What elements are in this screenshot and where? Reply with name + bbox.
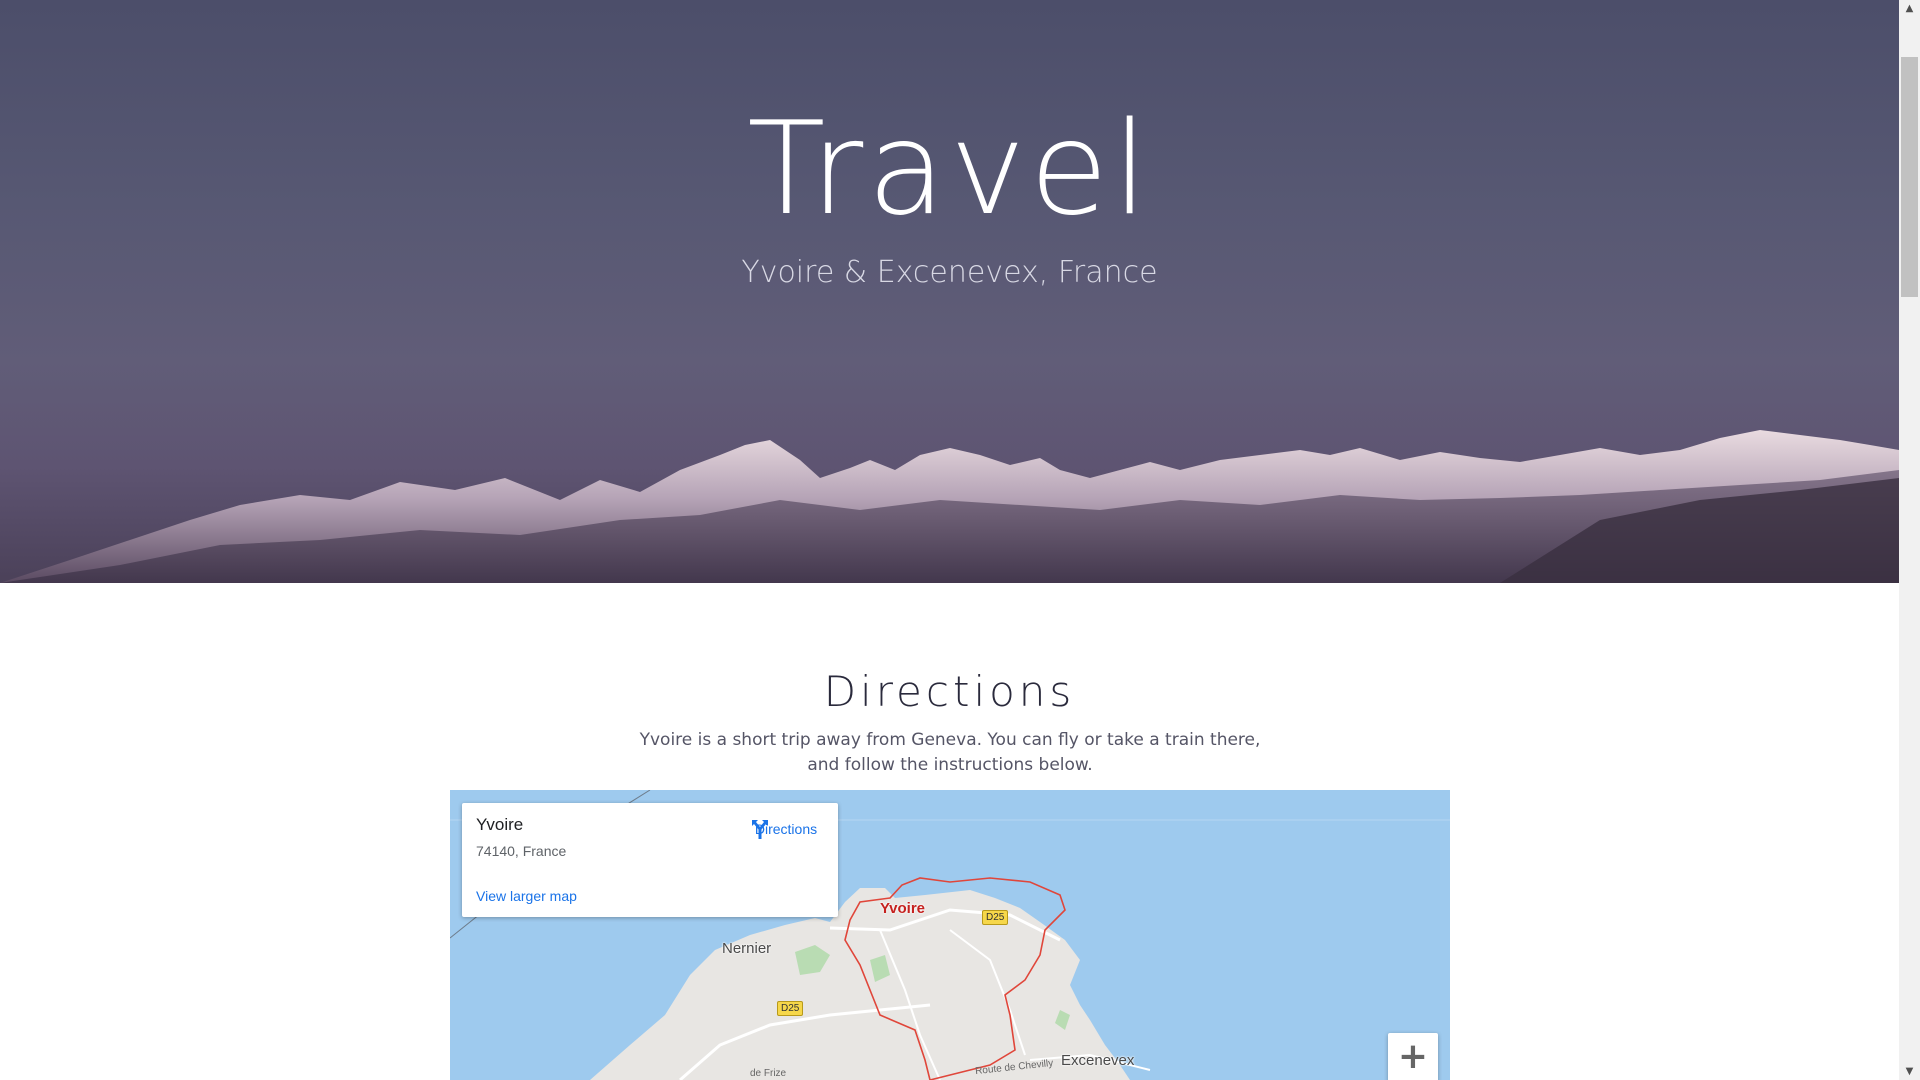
zoom-in-button[interactable]: +	[1388, 1033, 1438, 1080]
page-scrollbar[interactable]: ▲ ▼	[1899, 0, 1920, 1080]
map-label-excenevex[interactable]: Excenevex	[1061, 1052, 1134, 1069]
directions-description: Yvoire is a short trip away from Geneva.…	[620, 728, 1280, 778]
embedded-map[interactable]: Yvoire Nernier Excenevex D25 D25 de Friz…	[450, 790, 1450, 1080]
scroll-thumb[interactable]	[1901, 57, 1918, 297]
scroll-up-arrow-icon[interactable]: ▲	[1899, 0, 1920, 17]
directions-heading: Directions	[823, 667, 1076, 716]
directions-button[interactable]: Directions	[748, 817, 824, 839]
scroll-down-arrow-icon[interactable]: ▼	[1899, 1063, 1920, 1080]
place-name: Yvoire	[476, 815, 524, 834]
view-larger-map-link[interactable]: View larger map	[476, 888, 577, 904]
road-badge-d25: D25	[982, 910, 1009, 925]
hero-banner: Travel Yvoire & Excenevex, France	[0, 0, 1899, 583]
map-label-yvoire[interactable]: Yvoire	[880, 900, 925, 917]
directions-description-line-1: Yvoire is a short trip away from Geneva.…	[639, 730, 1261, 750]
place-address: 74140, France	[476, 843, 567, 859]
hero-title: Travel	[747, 95, 1152, 244]
map-label-nernier[interactable]: Nernier	[722, 940, 771, 957]
directions-description-line-2: and follow the instructions below.	[807, 755, 1093, 775]
place-info-card: Yvoire 74140, France View larger map Dir…	[462, 803, 838, 917]
directions-icon	[752, 820, 768, 839]
road-label-frize: de Frize	[750, 1068, 787, 1079]
hero-subtitle: Yvoire & Excenevex, France	[741, 255, 1158, 290]
road-badge-d25: D25	[777, 1001, 804, 1016]
